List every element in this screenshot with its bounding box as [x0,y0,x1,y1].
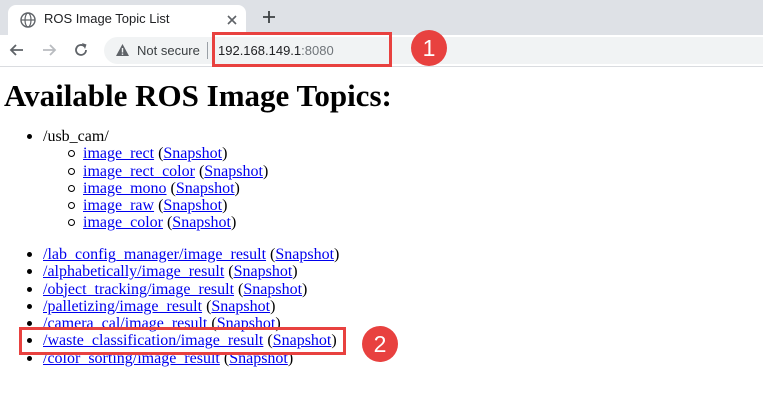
snapshot-link[interactable]: Snapshot [176,180,235,197]
topic-link[interactable]: /alphabetically/image_result [43,263,224,280]
snapshot-link[interactable]: Snapshot [211,298,270,315]
snapshot-link[interactable]: Snapshot [172,214,231,231]
warning-icon[interactable] [115,43,130,57]
annotation-badge-2: 2 [362,326,398,362]
snapshot-link[interactable]: Snapshot [234,263,293,280]
reload-icon[interactable] [72,41,90,59]
list-item: /palletizing/image_result (Snapshot) [26,298,339,315]
snapshot-link[interactable]: Snapshot [275,246,334,263]
topic-group-list: /usb_cam/ image_rect (Snapshot) image_re… [26,128,269,232]
snapshot-link[interactable]: Snapshot [163,145,222,162]
annotation-box-url [212,32,392,67]
annotation-badge-1: 1 [411,30,447,66]
forward-arrow-icon[interactable] [40,41,58,59]
list-item: image_rect_color (Snapshot) [67,162,269,180]
topic-link[interactable]: image_raw [83,197,154,214]
plus-icon[interactable] [261,9,277,25]
list-item: /object_tracking/image_result (Snapshot) [26,281,339,298]
close-icon[interactable] [226,14,238,26]
list-item: image_mono (Snapshot) [67,180,268,197]
topic-group: /usb_cam/ image_rect (Snapshot) image_re… [26,128,269,232]
topic-group-name: /usb_cam/ [43,128,109,145]
list-item: image_raw (Snapshot) [67,197,268,214]
snapshot-link[interactable]: Snapshot [243,281,302,298]
tab-strip: ROS Image Topic List [0,0,763,35]
annotation-box-topic [19,327,346,355]
topic-sublist: image_rect (Snapshot) image_rect_color (… [67,145,269,231]
topic-link[interactable]: /palletizing/image_result [43,298,202,315]
list-item: /lab_config_manager/image_result (Snapsh… [26,246,340,263]
list-item: /alphabetically/image_result (Snapshot) [26,263,339,280]
list-item: image_rect (Snapshot) [67,145,268,162]
snapshot-link[interactable]: Snapshot [204,163,263,180]
tab-title: ROS Image Topic List [44,11,170,26]
topic-link[interactable]: image_color [83,214,163,231]
topic-link[interactable]: image_rect [83,145,154,162]
snapshot-link[interactable]: Snapshot [163,197,222,214]
topic-link[interactable]: /object_tracking/image_result [43,281,234,298]
page-heading: Available ROS Image Topics: [4,78,392,113]
topic-link[interactable]: image_rect_color [83,163,195,180]
back-arrow-icon[interactable] [8,41,26,59]
globe-favicon-icon [20,12,36,28]
security-label[interactable]: Not secure [137,43,200,58]
topic-link[interactable]: image_mono [83,180,167,197]
address-separator [207,42,208,59]
browser-tab[interactable]: ROS Image Topic List [8,5,246,35]
list-item: image_color (Snapshot) [67,214,268,231]
topic-link[interactable]: /lab_config_manager/image_result [43,246,266,263]
